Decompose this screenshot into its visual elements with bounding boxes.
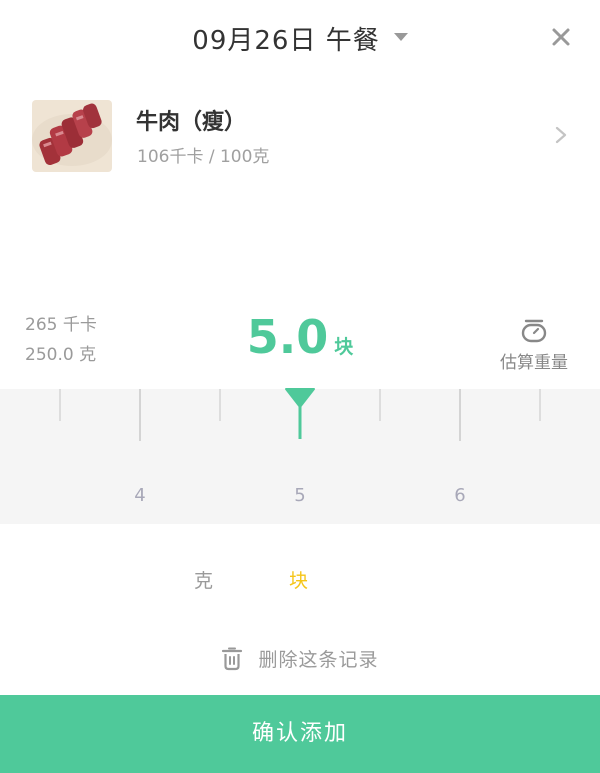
meal-selector[interactable]: 09月26日 午餐	[0, 20, 600, 57]
close-icon[interactable]	[548, 24, 574, 50]
estimate-weight-button[interactable]: 估算重量	[494, 318, 574, 373]
amount-ruler[interactable]: 4 5 6	[0, 388, 600, 524]
caret-down-icon[interactable]	[393, 32, 408, 41]
meal-title[interactable]: 09月26日 午餐	[192, 20, 379, 57]
amount-value: 5.0	[246, 310, 329, 364]
ruler-tick	[219, 389, 221, 421]
ruler-indicator-handle[interactable]	[284, 385, 316, 441]
amount-unit: 块	[334, 336, 354, 358]
ruler-tick	[139, 389, 141, 441]
food-image	[32, 100, 112, 172]
ruler-tick	[539, 389, 541, 421]
estimate-weight-label: 估算重量	[500, 353, 568, 373]
food-name: 牛肉（瘦）	[136, 110, 247, 135]
ruler-tick	[459, 389, 461, 441]
food-item[interactable]: 牛肉（瘦） 106千卡 / 100克	[0, 86, 600, 182]
confirm-add-button[interactable]: 确认添加	[0, 695, 600, 773]
ruler-label: 5	[294, 485, 306, 506]
food-calorie-info: 106千卡 / 100克	[137, 147, 270, 167]
scale-icon	[521, 319, 547, 343]
header: 09月26日 午餐	[0, 0, 600, 76]
delete-record-button[interactable]: 删除这条记录	[0, 645, 600, 672]
ruler-tick	[379, 389, 381, 421]
bottom-sheet: 09月26日 午餐 牛肉（瘦） 106千卡 / 100克 265 千卡 250.…	[0, 0, 600, 773]
unit-option-piece[interactable]: 块	[289, 566, 308, 593]
delete-record-label: 删除这条记录	[258, 649, 379, 671]
chevron-right-icon[interactable]	[554, 125, 568, 145]
trash-icon	[222, 647, 243, 670]
ruler-label: 6	[454, 485, 466, 506]
ruler-label: 4	[134, 485, 146, 506]
unit-option-gram[interactable]: 克	[194, 566, 213, 593]
ruler-tick	[59, 389, 61, 421]
